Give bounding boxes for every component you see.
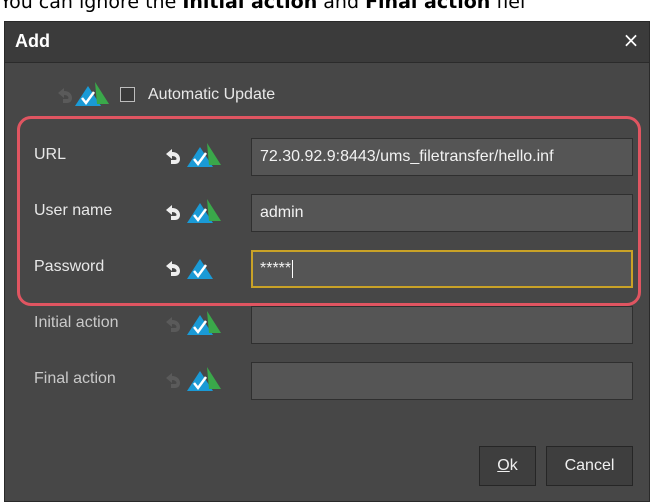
initial-action-row: Initial action [5,302,651,346]
undo-arrow-icon [166,317,180,332]
ok-rest: k [509,457,518,474]
triangle-check-icon[interactable] [187,253,223,283]
url-input[interactable]: 72.30.92.9:8443/ums_filetransfer/hello.i… [251,138,633,176]
ok-button[interactable]: Ok [479,446,536,486]
initial-action-input[interactable] [251,306,633,344]
password-row: Password ***** [5,246,651,290]
final-action-label: Final action [34,370,116,387]
final-action-row: Final action [5,358,651,402]
user-name-row-icons [161,197,241,227]
undo-arrow-icon [166,373,180,388]
user-name-input[interactable]: admin [251,194,633,232]
undo-arrow-icon[interactable] [161,145,183,167]
text-caret [292,259,294,278]
undo-arrow-icon[interactable] [161,201,183,223]
password-mask: ***** [260,260,292,277]
ok-mnemonic: O [497,457,510,474]
snippet-middle: and [317,0,366,13]
url-row-icons [161,141,241,171]
user-name-row: User name admin [5,190,651,234]
dialog-title: Add [15,31,50,51]
user-name-label: User name [34,202,113,219]
snippet-prefix: You can ignore the [0,0,183,13]
password-input[interactable]: ***** [251,250,633,288]
final-action-row-icons [161,365,241,395]
triangle-check-icon [75,82,109,106]
triangle-check-icon[interactable] [187,309,223,339]
url-row: URL 72.30.92.9:8443/ums_filetransfer/hel… [5,134,651,178]
close-icon[interactable]: × [621,29,641,51]
url-label: URL [34,146,67,163]
final-action-input[interactable] [251,362,633,400]
undo-arrow-icon [58,88,72,103]
dialog-titlebar: Add × [5,22,649,63]
triangle-check-icon[interactable] [187,197,223,227]
add-dialog: Add × Automatic Update URL 72.30.92.9:84… [4,21,650,502]
snippet-suffix: fiel [490,0,526,13]
snippet-initial-action: Initial action [182,0,318,13]
automatic-update-label: Automatic Update [148,86,276,103]
password-row-icons [161,253,241,283]
snippet-final-action: Final action [365,0,491,13]
automatic-update-checkbox[interactable] [120,87,135,102]
initial-action-row-icons [161,309,241,339]
triangle-check-icon[interactable] [187,365,223,395]
cancel-button[interactable]: Cancel [546,446,633,486]
password-label: Password [34,258,105,275]
document-text-snippet: You can ignore the Initial action and Fi… [0,0,655,21]
triangle-check-icon[interactable] [187,141,223,171]
automatic-update-row: Automatic Update [5,78,651,112]
automatic-update-icons [53,80,123,110]
undo-arrow-icon[interactable] [161,257,183,279]
initial-action-label: Initial action [34,314,119,331]
